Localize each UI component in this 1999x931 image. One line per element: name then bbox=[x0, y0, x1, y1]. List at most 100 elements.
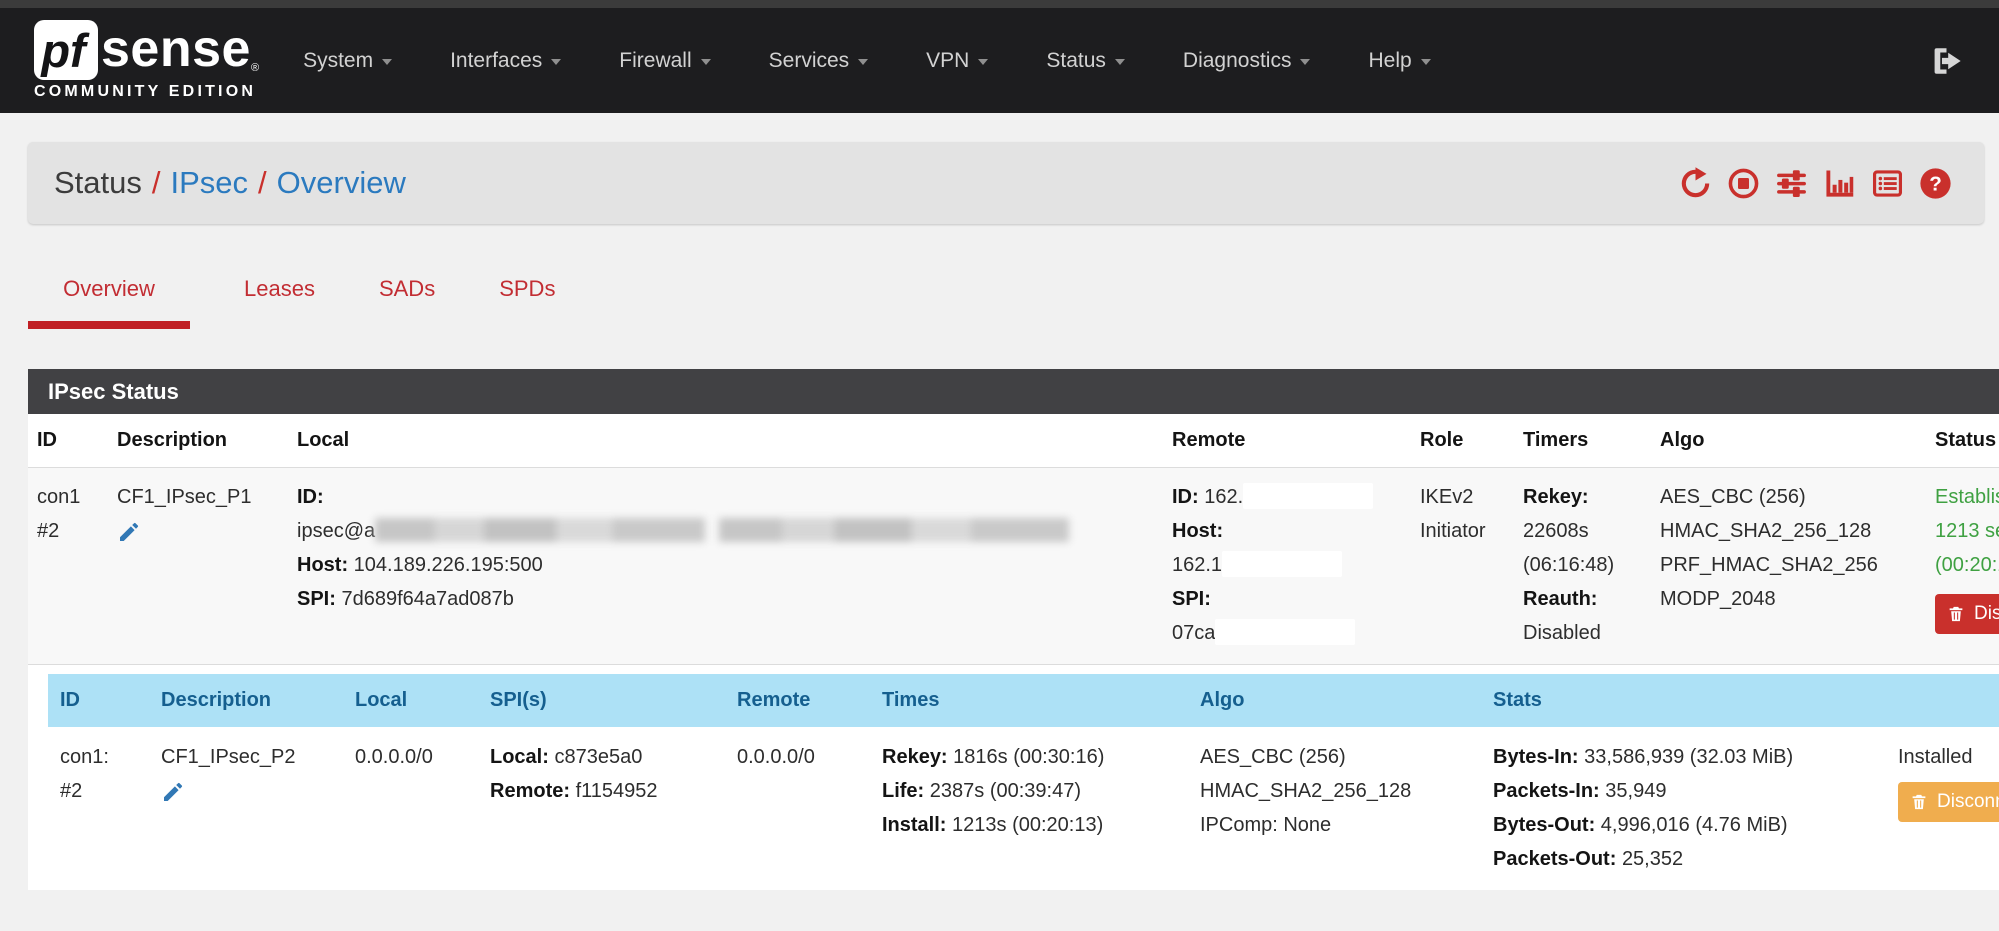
ike-algo-cell: AES_CBC (256) HMAC_SHA2_256_128 PRF_HMAC… bbox=[1651, 468, 1926, 664]
ike-algo-prf: PRF_HMAC_SHA2_256 bbox=[1660, 548, 1926, 582]
chevron-down-icon bbox=[1300, 59, 1310, 65]
ike-algo-dh: MODP_2048 bbox=[1660, 582, 1926, 616]
child-description-cell: CF1_IPsec_P2 bbox=[153, 727, 343, 876]
child-times-cell: Rekey: 1816s (00:30:16) Life: 2387s (00:… bbox=[868, 727, 1188, 876]
ike-rekey-seconds: 22608s bbox=[1523, 514, 1651, 548]
navbar-menu: System Interfaces Firewall Services VPN … bbox=[303, 49, 1489, 73]
breadcrumb: Status/IPsec/Overview bbox=[54, 165, 406, 201]
menu-vpn[interactable]: VPN bbox=[926, 49, 988, 73]
child-packets-in: 35,949 bbox=[1605, 780, 1666, 802]
ike-algo-enc: AES_CBC (256) bbox=[1660, 480, 1926, 514]
status-established: Established bbox=[1935, 480, 1999, 514]
child-remote-net: 0.0.0.0/0 bbox=[737, 740, 868, 774]
chevron-down-icon bbox=[382, 59, 392, 65]
child-install: 1213s (00:20:13) bbox=[952, 814, 1103, 836]
child-id-num: #2 bbox=[60, 774, 153, 808]
child-sa-section: ID Description Local SPI(s) Remote Times… bbox=[28, 664, 1999, 890]
col-header-spis: SPI(s) bbox=[473, 674, 723, 727]
pfsense-logo[interactable]: pf sense ® COMMUNITY EDITION bbox=[34, 20, 259, 101]
label: ID: bbox=[297, 486, 324, 508]
ike-table-header-row: ID Description Local Remote Role Timers … bbox=[28, 414, 1999, 468]
refresh-icon[interactable] bbox=[1679, 167, 1712, 200]
child-id-cell: con1: #2 bbox=[48, 727, 153, 876]
chevron-down-icon bbox=[701, 59, 711, 65]
child-spi-local: c873e5a0 bbox=[554, 746, 642, 768]
child-id: con1: bbox=[60, 740, 153, 774]
menu-help[interactable]: Help bbox=[1368, 49, 1430, 73]
sign-out-icon[interactable] bbox=[1928, 44, 1965, 78]
child-algo-ipcomp: IPComp: None bbox=[1200, 808, 1478, 842]
chevron-down-icon bbox=[858, 59, 868, 65]
tab-sads[interactable]: SADs bbox=[379, 276, 435, 329]
redacted-white bbox=[1243, 483, 1373, 509]
ike-role2: Initiator bbox=[1420, 514, 1514, 548]
breadcrumb-link-ipsec[interactable]: IPsec bbox=[171, 165, 249, 200]
menu-label: Help bbox=[1368, 49, 1411, 73]
breadcrumb-link-overview[interactable]: Overview bbox=[277, 165, 406, 200]
child-disconnect-button[interactable]: Disconnect bbox=[1898, 782, 1999, 822]
menu-services[interactable]: Services bbox=[769, 49, 869, 73]
pfsense-logo-sense: sense bbox=[101, 20, 251, 78]
col-header-times: Times bbox=[868, 674, 1188, 727]
menu-system[interactable]: System bbox=[303, 49, 392, 73]
menu-label: System bbox=[303, 49, 373, 73]
ike-local-cell: ID: ipsec@a Host: 104.189.226.195:500 SP… bbox=[288, 468, 1163, 664]
child-sa-header-row: ID Description Local SPI(s) Remote Times… bbox=[48, 674, 1999, 727]
menu-label: Firewall bbox=[619, 49, 691, 73]
col-header-local: Local bbox=[288, 414, 1163, 467]
label: Rekey: bbox=[1523, 486, 1589, 508]
community-edition-label: COMMUNITY EDITION bbox=[34, 83, 259, 101]
menu-label: Status bbox=[1046, 49, 1106, 73]
help-icon[interactable]: ? bbox=[1919, 167, 1952, 200]
child-local-cell: 0.0.0.0/0 bbox=[343, 727, 473, 876]
status-age-seconds: 1213 seconds bbox=[1935, 514, 1999, 548]
menu-diagnostics[interactable]: Diagnostics bbox=[1183, 49, 1311, 73]
col-header-blank bbox=[1883, 674, 1999, 727]
ike-remote-cell: ID: 162. Host: 162.1 SPI: 07ca bbox=[1163, 468, 1411, 664]
disconnect-button[interactable]: Disconnect bbox=[1935, 594, 1999, 634]
label: Reauth: bbox=[1523, 588, 1597, 610]
panel-title: IPsec Status bbox=[28, 369, 1999, 414]
edit-pencil-icon[interactable] bbox=[161, 780, 185, 804]
ike-id: con1 bbox=[37, 480, 108, 514]
svg-text:?: ? bbox=[1929, 172, 1942, 195]
redacted-white bbox=[1222, 551, 1342, 577]
child-local-net: 0.0.0.0/0 bbox=[355, 740, 473, 774]
disconnect-label: Disconnect bbox=[1974, 603, 1999, 625]
ike-local-spi: 7d689f64a7ad087b bbox=[341, 588, 513, 610]
subnav-tabs: Overview Leases SADs SPDs bbox=[28, 276, 1971, 329]
col-header-timers: Timers bbox=[1514, 414, 1651, 467]
list-icon[interactable] bbox=[1871, 167, 1904, 200]
col-header-algo: Algo bbox=[1188, 674, 1478, 727]
ike-rekey-hms: (06:16:48) bbox=[1523, 548, 1651, 582]
child-algo-enc: AES_CBC (256) bbox=[1200, 740, 1478, 774]
tab-spds[interactable]: SPDs bbox=[499, 276, 555, 329]
child-remote-cell: 0.0.0.0/0 bbox=[723, 727, 868, 876]
tab-overview[interactable]: Overview bbox=[28, 276, 190, 329]
label: Install: bbox=[882, 814, 946, 836]
tab-leases[interactable]: Leases bbox=[244, 276, 315, 329]
chevron-down-icon bbox=[1421, 59, 1431, 65]
redacted-blur bbox=[719, 518, 1069, 542]
menu-label: Diagnostics bbox=[1183, 49, 1292, 73]
chevron-down-icon bbox=[1115, 59, 1125, 65]
label: Host: bbox=[297, 554, 348, 576]
sliders-icon[interactable] bbox=[1775, 167, 1808, 200]
ike-remote-host: 162.1 bbox=[1172, 554, 1222, 576]
breadcrumb-section: Status bbox=[54, 165, 142, 200]
label: SPI: bbox=[297, 588, 336, 610]
label: Remote: bbox=[490, 780, 570, 802]
label: SPI: bbox=[1172, 588, 1211, 610]
child-spi-cell: Local: c873e5a0 Remote: f1154952 bbox=[473, 727, 723, 876]
menu-status[interactable]: Status bbox=[1046, 49, 1125, 73]
menu-interfaces[interactable]: Interfaces bbox=[450, 49, 561, 73]
ike-role: IKEv2 bbox=[1420, 480, 1514, 514]
stop-icon[interactable] bbox=[1727, 167, 1760, 200]
status-age-hms: (00:20:13) bbox=[1935, 548, 1999, 582]
menu-firewall[interactable]: Firewall bbox=[619, 49, 710, 73]
breadcrumb-bar: Status/IPsec/Overview ? bbox=[28, 142, 1984, 224]
col-header-algo: Algo bbox=[1651, 414, 1926, 467]
edit-pencil-icon[interactable] bbox=[117, 520, 141, 544]
bar-chart-icon[interactable] bbox=[1823, 167, 1856, 200]
child-bytes-out: 4,996,016 (4.76 MiB) bbox=[1601, 814, 1788, 836]
